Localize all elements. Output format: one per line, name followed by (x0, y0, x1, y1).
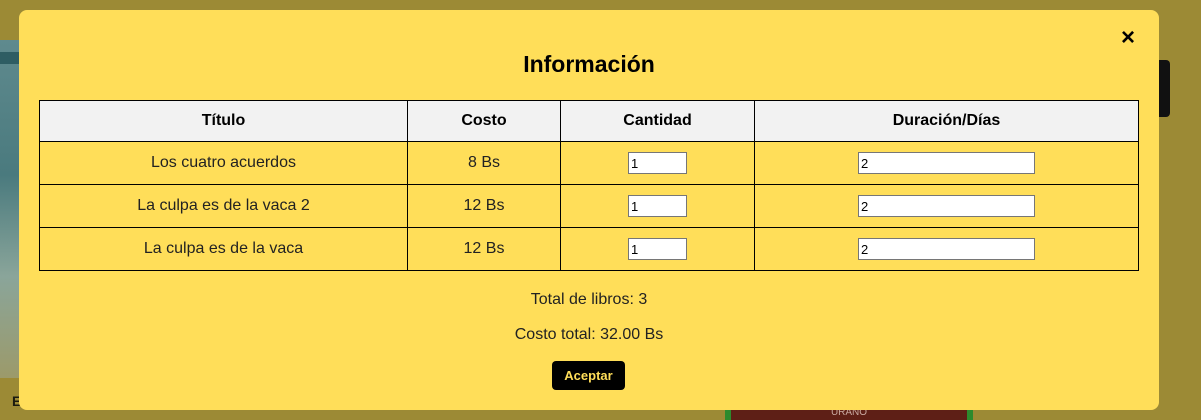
column-header-duration: Duración/Días (754, 100, 1139, 142)
duration-cell (754, 141, 1139, 185)
column-header-cost: Costo (407, 100, 561, 142)
book-title-cell: La culpa es de la vaca (39, 227, 408, 271)
table-row: La culpa es de la vaca 2 12 Bs (39, 184, 1139, 228)
accept-button[interactable]: Aceptar (552, 361, 625, 390)
duration-input[interactable] (858, 238, 1035, 260)
quantity-input[interactable] (628, 238, 687, 260)
quantity-input[interactable] (628, 152, 687, 174)
duration-cell (754, 227, 1139, 271)
table-row: La culpa es de la vaca 12 Bs (39, 227, 1139, 271)
table-header-row: Título Costo Cantidad Duración/Días (39, 100, 1139, 142)
close-icon[interactable]: × (1117, 26, 1139, 50)
column-header-quantity: Cantidad (560, 100, 755, 142)
quantity-cell (560, 184, 755, 228)
duration-input[interactable] (858, 152, 1035, 174)
quantity-cell (560, 227, 755, 271)
book-title-cell: La culpa es de la vaca 2 (39, 184, 408, 228)
modal-title: Información (523, 51, 655, 77)
books-table: Título Costo Cantidad Duración/Días Los … (39, 100, 1139, 271)
column-header-title: Título (39, 100, 408, 142)
quantity-cell (560, 141, 755, 185)
book-cost-cell: 12 Bs (407, 184, 561, 228)
book-cost-cell: 8 Bs (407, 141, 561, 185)
quantity-input[interactable] (628, 195, 687, 217)
info-modal: × Información Título Costo Cantidad Dura… (19, 10, 1159, 410)
duration-cell (754, 184, 1139, 228)
table-row: Los cuatro acuerdos 8 Bs (39, 141, 1139, 185)
total-cost-text: Costo total: 32.00 Bs (514, 326, 664, 343)
total-books-text: Total de libros: 3 (530, 291, 648, 308)
book-title-cell: Los cuatro acuerdos (39, 141, 408, 185)
book-cost-cell: 12 Bs (407, 227, 561, 271)
duration-input[interactable] (858, 195, 1035, 217)
